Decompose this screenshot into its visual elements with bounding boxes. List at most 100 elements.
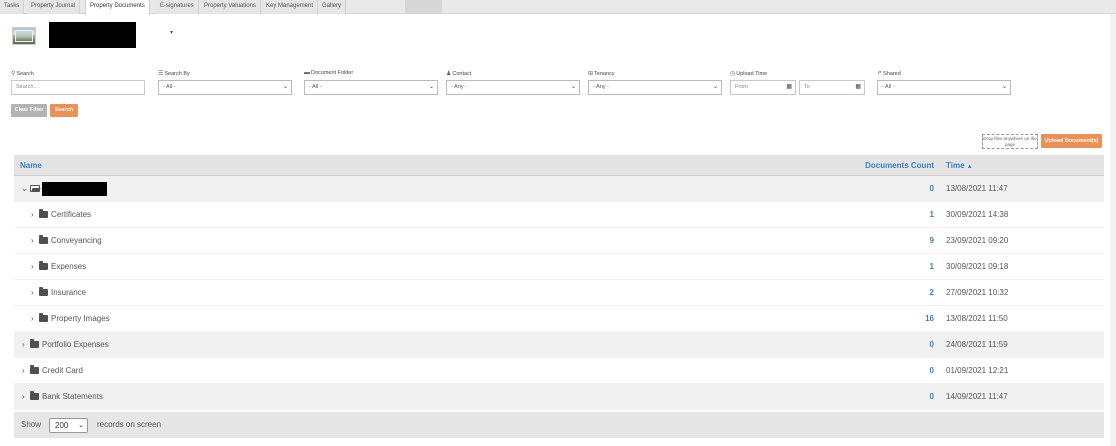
chevron-right-icon[interactable]: › [31,228,34,254]
tab-bar: Tasks Property Journal Property Document… [0,0,1116,15]
tab-gallery[interactable]: Gallery [318,0,347,14]
chevron-down-icon: ⌄ [78,422,84,429]
folder-name[interactable]: Conveyancing [51,228,102,254]
contact-label: ♟Contact [446,71,472,77]
documents-count-column-header[interactable]: Documents Count [865,155,934,176]
folder-name[interactable]: Property Images [51,306,110,332]
table-row[interactable]: ⌄ 0 13/08/2021 11:47 [14,176,1104,202]
contact-select[interactable]: - Any - ⌄ [446,80,580,95]
search-input[interactable]: Search... [11,80,145,95]
caret-down-icon[interactable]: ▾ [170,29,173,36]
row-time: 24/08/2021 11:59 [946,340,1008,349]
row-time: 13/08/2021 11:50 [946,314,1008,323]
folder-name[interactable]: Certificates [51,202,91,228]
folder-name[interactable]: Insurance [51,280,86,306]
search-icon: ⚲ [11,71,16,77]
tab-property-documents[interactable]: Property Documents [85,0,150,15]
documents-count[interactable]: 1 [930,254,934,280]
table-row[interactable]: › Credit Card 0 01/09/2021 12:21 [14,358,1104,384]
table-row[interactable]: › Insurance 2 27/09/2021 10:32 [14,280,1104,306]
folder-icon: ▬ [304,70,310,76]
chevron-down-icon: ⌄ [282,84,288,90]
chevron-right-icon[interactable]: › [22,384,25,410]
folder-icon [39,261,48,270]
folder-icon [39,287,48,296]
folder-name[interactable]: Bank Statements [42,384,103,410]
shared-select[interactable]: - All - ⌄ [877,80,1011,95]
chevron-right-icon[interactable]: › [31,202,34,228]
redacted-property-title [49,22,136,48]
folder-icon [39,209,48,218]
upload-time-from-input[interactable]: From ▦ [730,80,796,95]
folder-icon [30,391,39,400]
chevron-right-icon[interactable]: › [22,332,25,358]
chevron-down-icon[interactable]: ⌄ [21,176,28,202]
upload-time-label: ◷Upload Time [730,71,768,77]
tab-tasks[interactable]: Tasks [0,0,25,14]
folder-name[interactable]: Portfolio Expenses [42,332,109,358]
table-row[interactable]: › Bank Statements 0 14/09/2021 11:47 [14,384,1104,410]
tab-e-signatures[interactable]: E-signatures [156,0,199,14]
table-row[interactable]: › Property Images 16 13/08/2021 11:50 [14,306,1104,332]
upload-documents-button[interactable]: Upload Document(s) [1041,134,1102,148]
folder-name[interactable]: Expenses [51,254,86,280]
chevron-right-icon[interactable]: › [22,358,25,384]
documents-count[interactable]: 16 [925,306,934,332]
search-label: ⚲Search [11,71,34,77]
file-dropzone[interactable]: Drop files anywhere on the page [982,134,1038,149]
chevron-right-icon[interactable]: › [31,280,34,306]
chevron-right-icon[interactable]: › [31,306,34,332]
folder-icon [39,235,48,244]
tab-property-journal[interactable]: Property Journal [27,0,81,14]
tenancy-label: ⊞Tenancy [588,71,615,77]
row-time: 27/09/2021 10:32 [946,288,1009,297]
table-row[interactable]: › Certificates 1 30/09/2021 14:38 [14,202,1104,228]
tab-key-management[interactable]: Key Management [262,0,319,14]
sort-ascending-icon: ▲ [966,164,973,170]
search-button[interactable]: Search [50,104,78,117]
documents-count[interactable]: 9 [930,228,934,254]
tab-property-valuations[interactable]: Property Valuations [200,0,261,14]
calendar-icon: ▦ [786,84,792,90]
search-by-label: ☰Search By [158,71,190,77]
chevron-right-icon[interactable]: › [31,254,34,280]
property-thumbnail[interactable] [12,27,36,45]
records-on-screen-label: records on screen [97,420,162,429]
show-label: Show [21,420,42,429]
folder-icon [39,313,48,322]
search-by-select[interactable]: - All - ⌄ [158,80,292,95]
documents-count[interactable]: 0 [930,384,934,410]
share-icon: ↱ [877,71,883,77]
folder-name[interactable]: Credit Card [42,358,83,384]
row-time: 23/09/2021 09:20 [946,236,1009,245]
row-time: 14/09/2021 11:47 [946,392,1008,401]
name-column-header[interactable]: Name [20,155,42,176]
folder-icon [30,365,39,374]
clear-filter-button[interactable]: Clear Filter [11,104,47,117]
table-row[interactable]: › Portfolio Expenses 0 24/08/2021 11:59 [14,332,1104,358]
document-folder-label: ▬Document Folder [304,70,354,76]
documents-table: Name Documents Count Time ▲ ⌄ 0 13/08/20… [14,155,1104,438]
calendar-icon: ▦ [855,84,861,90]
document-folder-select[interactable]: - All - ⌄ [304,80,438,95]
chevron-down-icon: ⌄ [570,84,576,90]
shared-label: ↱Shared [877,71,901,77]
redacted-folder-name [42,182,107,196]
documents-count[interactable]: 0 [930,332,934,358]
documents-count[interactable]: 2 [930,280,934,306]
property-header: ▾ [0,15,1116,60]
table-row[interactable]: › Conveyancing 9 23/09/2021 09:20 [14,228,1104,254]
documents-count[interactable]: 0 [930,358,934,384]
documents-count[interactable]: 1 [930,202,934,228]
upload-time-to-input[interactable]: To ▦ [799,80,865,95]
chevron-down-icon: ⌄ [712,84,718,90]
table-row[interactable]: › Expenses 1 30/09/2021 09:18 [14,254,1104,280]
vertical-scrollbar[interactable] [1110,14,1116,446]
time-column-header[interactable]: Time ▲ [946,155,973,178]
tenancy-icon: ⊞ [588,71,594,77]
page-size-select[interactable]: 200 ⌄ [49,418,88,433]
row-time: 01/09/2021 12:21 [946,366,1009,375]
folder-open-icon [30,185,40,192]
documents-count[interactable]: 0 [930,176,934,202]
tenancy-select[interactable]: - Any - ⌄ [588,80,722,95]
